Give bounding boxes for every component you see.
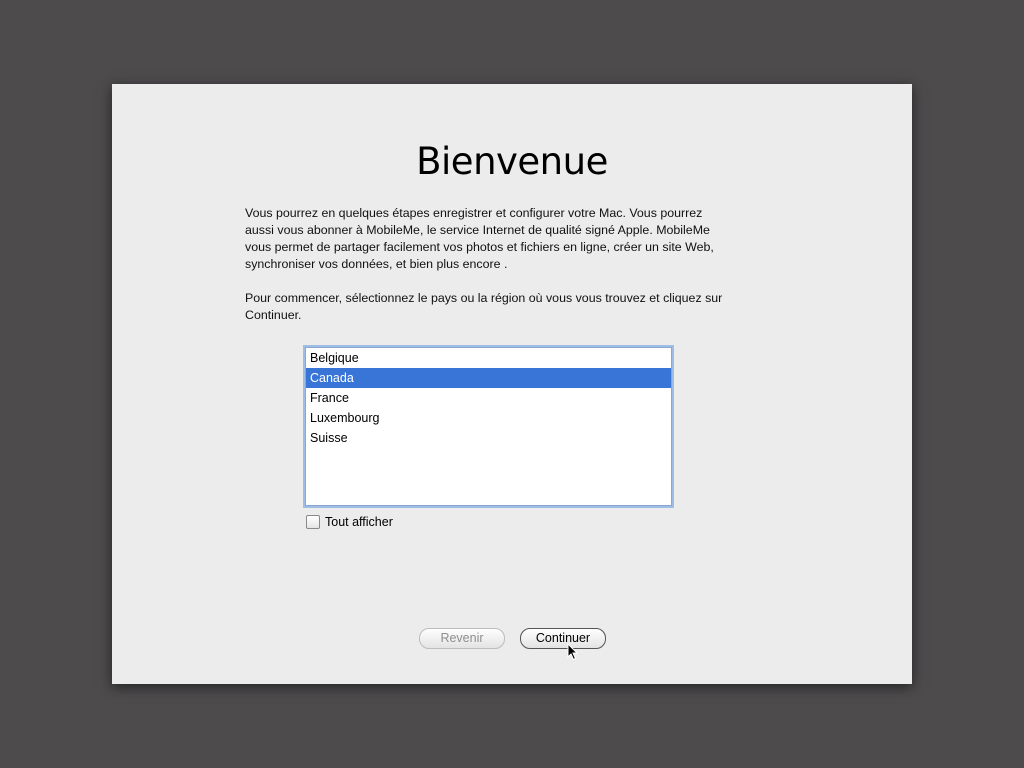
instruction-text: Pour commencer, sélectionnez le pays ou … <box>245 291 723 322</box>
mouse-pointer-icon <box>567 643 579 661</box>
country-item[interactable]: Belgique <box>306 348 671 368</box>
show-all-label: Tout afficher <box>325 515 393 529</box>
country-item[interactable]: France <box>306 388 671 408</box>
checkbox-icon[interactable] <box>306 515 320 529</box>
page-title: Bienvenue <box>416 140 608 183</box>
country-list[interactable]: Belgique Canada France Luxembourg Suisse <box>305 347 672 506</box>
continue-button[interactable]: Continuer <box>520 628 606 649</box>
intro-text: Vous pourrez en quelques étapes enregist… <box>245 206 714 271</box>
country-item[interactable]: Suisse <box>306 428 671 448</box>
back-button[interactable]: Revenir <box>419 628 505 649</box>
setup-assistant-window: Bienvenue Vous pourrez en quelques étape… <box>112 84 912 684</box>
show-all-checkbox[interactable]: Tout afficher <box>306 515 393 529</box>
country-item-selected[interactable]: Canada <box>306 368 671 388</box>
country-item[interactable]: Luxembourg <box>306 408 671 428</box>
